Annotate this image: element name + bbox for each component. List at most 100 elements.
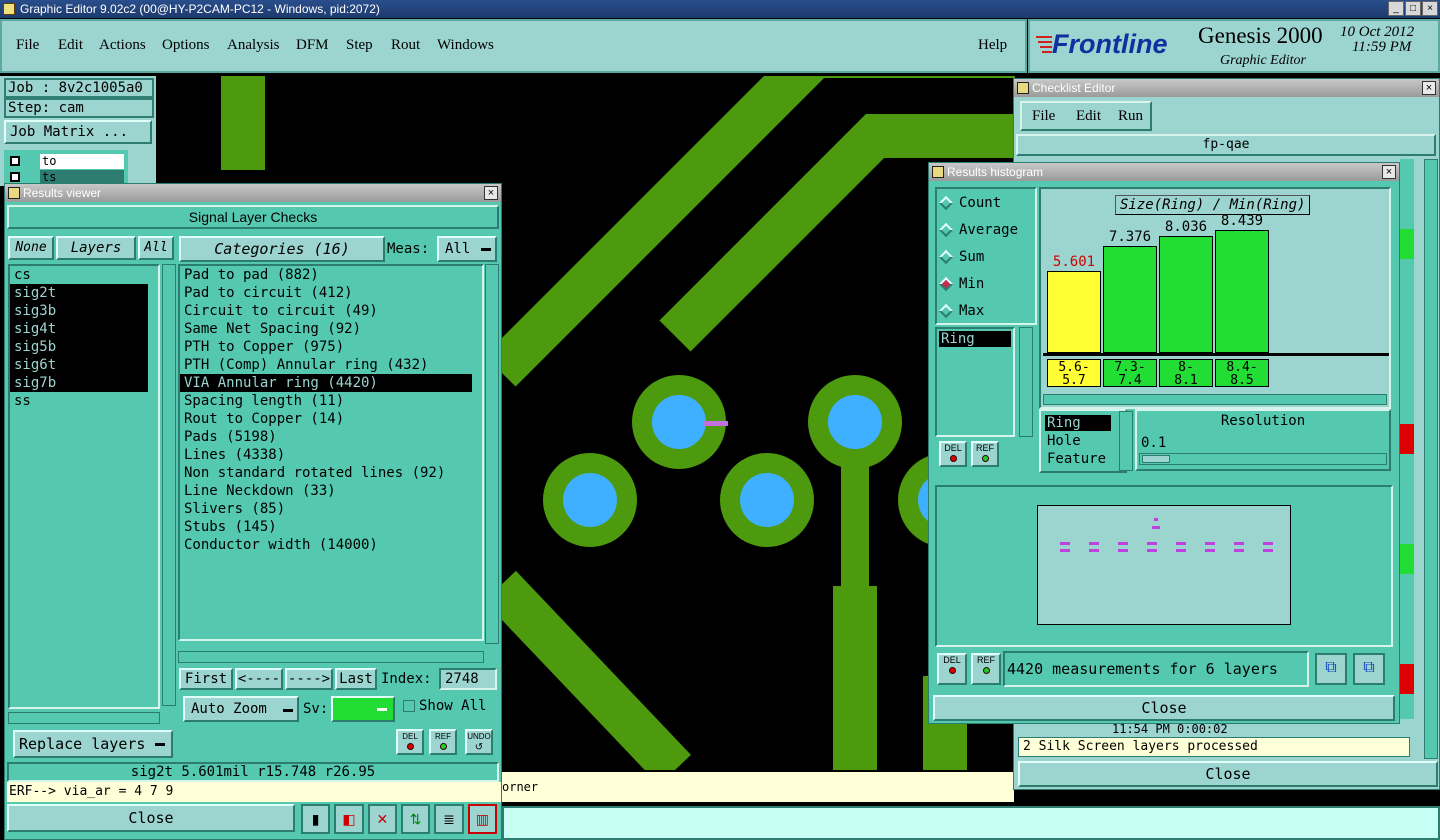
category-item[interactable]: Pad to circuit (412): [180, 284, 472, 302]
bar-category-label[interactable]: 8- 8.1: [1159, 359, 1213, 387]
type-feature[interactable]: Feature: [1047, 451, 1106, 467]
menu-help[interactable]: Help: [978, 37, 1007, 54]
menu-options[interactable]: Options: [162, 37, 210, 54]
index-input[interactable]: 2748: [439, 668, 497, 690]
category-item[interactable]: Non standard rotated lines (92): [180, 464, 472, 482]
category-item[interactable]: PTH (Comp) Annular ring (432): [180, 356, 472, 374]
sv-dropdown[interactable]: [331, 696, 395, 722]
mode-radio-average[interactable]: Average: [938, 220, 1018, 240]
category-item[interactable]: PTH to Copper (975): [180, 338, 472, 356]
layer-item[interactable]: cs: [10, 266, 148, 284]
resolution-slider-thumb[interactable]: [1142, 455, 1170, 463]
all-button[interactable]: All: [138, 236, 174, 260]
checklist-close-button[interactable]: Close: [1018, 761, 1438, 787]
category-item[interactable]: Lines (4338): [180, 446, 472, 464]
close-icon[interactable]: ×: [1382, 165, 1396, 179]
next-button[interactable]: ---->: [285, 668, 333, 690]
close-icon[interactable]: ×: [1422, 81, 1436, 95]
category-item[interactable]: Stubs (145): [180, 518, 472, 536]
mode-radio-sum[interactable]: Sum: [938, 247, 984, 267]
layer-checkbox[interactable]: [10, 156, 20, 166]
report-icon[interactable]: ≣: [434, 804, 464, 834]
histogram-ref-button[interactable]: REF: [971, 441, 999, 467]
histogram-bar[interactable]: [1215, 230, 1269, 353]
maximize-button[interactable]: □: [1405, 1, 1421, 16]
show-all-checkbox[interactable]: [403, 700, 415, 712]
category-item[interactable]: Spacing length (11): [180, 392, 472, 410]
checklist-vscroll[interactable]: [1424, 159, 1438, 759]
menu-rout[interactable]: Rout: [391, 37, 420, 54]
type-vscroll[interactable]: [1119, 411, 1133, 471]
undo-button[interactable]: UNDO ↺: [465, 729, 493, 755]
replace-layers-dropdown[interactable]: Replace layers: [13, 730, 173, 758]
prev-button[interactable]: <----: [235, 668, 283, 690]
histogram-bar[interactable]: [1159, 235, 1213, 353]
last-button[interactable]: Last: [335, 668, 377, 690]
results-viewer-close-button[interactable]: Close: [7, 804, 295, 832]
layers-vscroll[interactable]: [162, 264, 176, 706]
resolution-slider[interactable]: [1139, 453, 1387, 465]
category-item[interactable]: Same Net Spacing (92): [180, 320, 472, 338]
bar-category-label[interactable]: 8.4- 8.5: [1215, 359, 1269, 387]
histogram-bar[interactable]: [1047, 271, 1101, 353]
bar-category-label[interactable]: 7.3- 7.4: [1103, 359, 1157, 387]
histogram-icon[interactable]: ▥: [467, 804, 497, 834]
menu-windows[interactable]: Windows: [437, 37, 494, 54]
mode-radio-max[interactable]: Max: [938, 301, 984, 321]
categories-hscroll[interactable]: [178, 651, 484, 663]
checklist-menu-edit[interactable]: Edit: [1076, 108, 1101, 125]
close-icon[interactable]: ×: [484, 186, 498, 200]
type-ring[interactable]: Ring: [1045, 415, 1111, 431]
category-item[interactable]: Line Neckdown (33): [180, 482, 472, 500]
zoom-fit-icon[interactable]: ⧉: [1353, 653, 1385, 685]
category-item[interactable]: Circuit to circuit (49): [180, 302, 472, 320]
close-window-button[interactable]: ×: [1422, 1, 1438, 16]
job-matrix-button[interactable]: Job Matrix ...: [4, 120, 152, 144]
menu-actions[interactable]: Actions: [99, 37, 146, 54]
none-button[interactable]: None: [8, 236, 54, 260]
menu-step[interactable]: Step: [346, 37, 373, 54]
menu-edit[interactable]: Edit: [58, 37, 83, 54]
auto-zoom-dropdown[interactable]: Auto Zoom: [183, 696, 299, 722]
command-line[interactable]: [502, 806, 1440, 840]
bar-category-label[interactable]: 5.6- 5.7: [1047, 359, 1101, 387]
preview-ref-button[interactable]: REF: [971, 653, 1001, 685]
first-button[interactable]: First: [179, 668, 233, 690]
category-item[interactable]: Rout to Copper (14): [180, 410, 472, 428]
category-item[interactable]: Pad to pad (882): [180, 266, 472, 284]
chart-hscroll[interactable]: [1043, 394, 1387, 405]
categories-button[interactable]: Categories (16): [179, 236, 385, 262]
layer-item[interactable]: ss: [10, 392, 148, 410]
layer-item[interactable]: sig5b: [10, 338, 148, 356]
layer-item[interactable]: sig4t: [10, 320, 148, 338]
menu-analysis[interactable]: Analysis: [227, 37, 280, 54]
category-item[interactable]: Pads (5198): [180, 428, 472, 446]
layer-mini-item[interactable]: to: [40, 154, 124, 169]
category-item[interactable]: VIA Annular ring (4420): [180, 374, 472, 392]
layer-item[interactable]: sig3b: [10, 302, 148, 320]
histogram-close-button[interactable]: Close: [933, 695, 1395, 721]
checklist-menu-run[interactable]: Run: [1118, 108, 1143, 125]
preview-del-button[interactable]: DEL: [937, 653, 967, 685]
layer-item[interactable]: sig7b: [10, 374, 148, 392]
histogram-del-button[interactable]: DEL: [939, 441, 967, 467]
histogram-item-ring[interactable]: Ring: [939, 331, 1011, 347]
category-item[interactable]: Slivers (85): [180, 500, 472, 518]
layer-item[interactable]: sig6t: [10, 356, 148, 374]
layer-checkbox[interactable]: [10, 172, 20, 182]
histogram-item-vscroll[interactable]: [1019, 327, 1033, 437]
zoom-select-icon[interactable]: ⧉: [1315, 653, 1347, 685]
menu-file[interactable]: File: [16, 37, 39, 54]
del-button[interactable]: DEL: [396, 729, 424, 755]
histogram-bar[interactable]: [1103, 245, 1157, 353]
ref-clear-icon[interactable]: ✕: [367, 804, 397, 834]
layer-item[interactable]: sig2t: [10, 284, 148, 302]
type-hole[interactable]: Hole: [1047, 433, 1081, 449]
menu-dfm[interactable]: DFM: [296, 37, 329, 54]
measure-icon[interactable]: ▮: [301, 804, 331, 834]
layer-mini-item[interactable]: ts: [40, 170, 124, 184]
mode-radio-min[interactable]: Min: [938, 274, 984, 294]
minimize-button[interactable]: _: [1388, 1, 1404, 16]
meas-dropdown[interactable]: All: [437, 236, 497, 262]
checklist-menu-file[interactable]: File: [1032, 108, 1055, 125]
